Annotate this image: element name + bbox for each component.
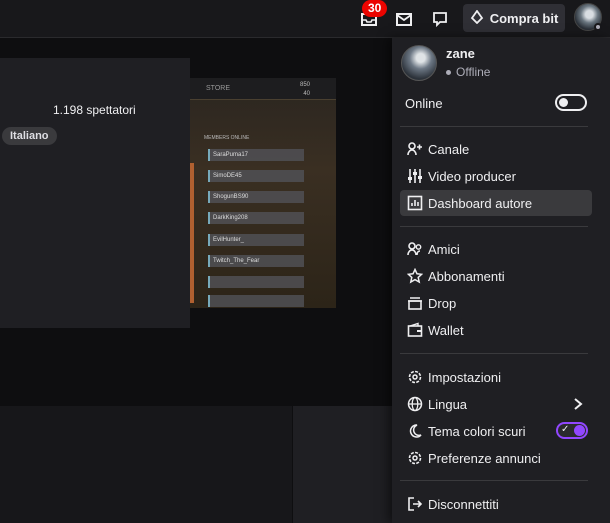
menu-item-label: Dashboard autore	[428, 195, 533, 211]
menu-divider	[400, 480, 588, 481]
menu-item-label: Video producer	[428, 168, 516, 184]
menu-item-video-producer[interactable]: Video producer	[400, 163, 592, 189]
online-toggle[interactable]	[555, 94, 587, 111]
menu-item-ad-preferences[interactable]: Preferenze annunci	[400, 445, 592, 471]
gear-icon	[407, 450, 423, 466]
menu-item-label: Preferenze annunci	[428, 450, 541, 466]
thumbnail-row: Twitch_The_Fear	[208, 255, 304, 267]
thumbnail-row: EvilHunter_	[208, 234, 304, 246]
inbox-icon[interactable]	[389, 4, 419, 34]
thumbnail-row: SimoDE45	[208, 170, 304, 182]
menu-username: zane	[446, 46, 475, 61]
language-tag[interactable]: Italiano	[2, 127, 57, 145]
menu-item-label: Lingua	[428, 396, 468, 412]
moon-icon	[407, 423, 423, 439]
menu-divider	[400, 226, 588, 227]
thumbnail-stat-2: 40	[303, 91, 310, 97]
thumbnail-side-bar	[190, 163, 194, 303]
bits-icon	[470, 8, 484, 27]
stream-thumbnail[interactable]: STORE 850 40 MEMBERS ONLINE SaraPuma17 S…	[190, 78, 336, 308]
menu-divider	[400, 353, 588, 354]
stream-preview-card[interactable]	[0, 58, 190, 328]
thumbnail-row	[208, 276, 304, 288]
check-icon: ✓	[561, 424, 570, 435]
menu-item-label: Wallet	[428, 322, 464, 338]
wallet-icon	[407, 322, 423, 338]
menu-item-label: Abbonamenti	[428, 268, 505, 284]
friends-icon	[407, 241, 423, 257]
menu-item-label: Tema colori scuri	[428, 423, 526, 439]
menu-avatar	[401, 45, 437, 81]
star-icon	[407, 268, 423, 284]
menu-item-logout[interactable]: Disconnettiti	[400, 491, 592, 517]
menu-item-language[interactable]: Lingua	[400, 391, 592, 417]
toggle-knob	[559, 98, 568, 107]
menu-item-label: Amici	[428, 241, 460, 257]
chevron-right-icon	[572, 397, 584, 416]
whispers-icon[interactable]	[425, 4, 455, 34]
menu-divider	[400, 126, 588, 127]
menu-item-settings[interactable]: Impostazioni	[400, 364, 592, 390]
notifications-badge: 30	[362, 0, 388, 17]
thumbnail-row	[208, 295, 304, 307]
dashboard-icon	[407, 195, 423, 211]
menu-item-label: Impostazioni	[428, 369, 501, 385]
menu-item-wallet[interactable]: Wallet	[400, 317, 592, 343]
thumbnail-row: SaraPuma17	[208, 149, 304, 161]
menu-item-dashboard[interactable]: Dashboard autore	[400, 190, 592, 216]
thumbnail-row: ShogunBS90	[208, 191, 304, 203]
menu-status-label: Offline	[456, 65, 491, 79]
logout-icon	[407, 496, 423, 512]
menu-item-label: Drop	[428, 295, 457, 311]
status-dot	[594, 23, 602, 31]
toggle-knob	[574, 425, 585, 436]
menu-item-subscriptions[interactable]: Abbonamenti	[400, 263, 592, 289]
viewer-count: 1.198 spettatori	[53, 103, 136, 117]
gear-icon	[407, 369, 423, 385]
buy-bits-label: Compra bit	[489, 10, 559, 26]
thumbnail-header: STORE 850 40	[190, 78, 336, 100]
lower-content-column	[292, 406, 392, 523]
status-dot-icon	[446, 70, 451, 76]
thumbnail-row: DarkKing208	[208, 212, 304, 224]
buy-bits-button[interactable]: Compra bit	[463, 4, 565, 32]
menu-status: Offline	[446, 65, 490, 79]
channel-icon	[407, 141, 423, 157]
menu-item-drop[interactable]: Drop	[400, 290, 592, 316]
menu-item-channel[interactable]: Canale	[400, 136, 592, 162]
thumbnail-store-label: STORE	[206, 85, 230, 92]
dark-theme-toggle[interactable]: ✓	[556, 422, 588, 439]
menu-item-label: Disconnettiti	[428, 496, 499, 512]
menu-item-label: Canale	[428, 141, 470, 157]
sliders-icon	[407, 168, 423, 184]
menu-item-friends[interactable]: Amici	[400, 236, 592, 262]
globe-icon	[407, 396, 423, 412]
gift-icon	[407, 295, 423, 311]
online-label: Online	[405, 96, 443, 111]
thumbnail-stat-1: 850	[299, 82, 310, 88]
thumbnail-members-label: MEMBERS ONLINE	[204, 135, 250, 141]
